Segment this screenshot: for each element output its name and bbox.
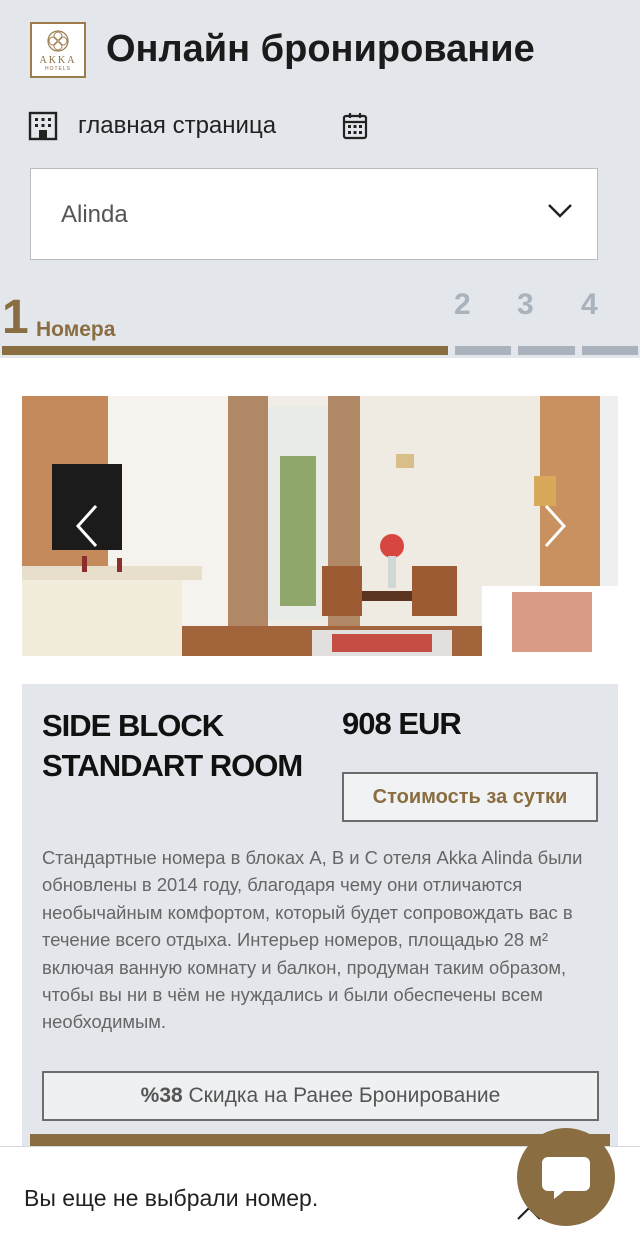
logo-emblem-icon [47,29,69,52]
step-1-progress-bar [2,346,448,355]
room-card: SIDE BLOCK STANDART ROOM 908 EUR Стоимос… [22,684,618,1164]
step-3-progress-bar [518,346,575,355]
step-2-number[interactable]: 2 [454,288,471,322]
early-booking-discount-button[interactable]: %38 Скидка на Ранее Бронирование [42,1071,599,1121]
step-2-progress-bar [455,346,511,355]
chat-bubble-icon [542,1157,590,1199]
hotel-building-icon [28,111,58,141]
logo-sub-text: HOTELS [44,65,71,72]
discount-text: Скидка на Ранее Бронирование [188,1084,501,1107]
room-photo [22,396,618,656]
home-link[interactable]: главная страница [28,108,276,144]
chevron-left-icon[interactable] [72,504,102,548]
step-3-number[interactable]: 3 [517,288,534,322]
room-photo-carousel[interactable] [22,396,618,656]
step-4-number[interactable]: 4 [581,288,598,322]
room-title: SIDE BLOCK STANDART ROOM [42,708,303,783]
home-link-label: главная страница [78,112,277,139]
step-1-label[interactable]: Номера [36,318,115,342]
room-price: 908 EUR [342,706,462,741]
room-card-bottom-bar [30,1134,610,1146]
page-title: Онлайн бронирование [106,28,535,70]
room-list: SIDE BLOCK STANDART ROOM 908 EUR Стоимос… [0,358,640,1164]
hotel-select[interactable]: Alinda [30,168,598,260]
room-description: Стандартные номера в блоках A, B и C оте… [42,847,583,1033]
booking-steps: 1 Номера 2 3 4 [0,288,640,358]
calendar-icon[interactable] [342,112,368,140]
step-4-progress-bar [582,346,638,355]
hotel-logo[interactable]: AKKA HOTELS [30,22,86,78]
chat-button[interactable] [517,1128,615,1226]
header: AKKA HOTELS Онлайн бронирование главная … [0,0,640,288]
chevron-down-icon [548,204,572,218]
logo-brand-text: AKKA [39,54,77,66]
hotel-select-value: Alinda [61,201,128,228]
price-per-night-button[interactable]: Стоимость за сутки [342,772,598,822]
chevron-right-icon[interactable] [540,504,570,548]
selection-status: Вы еще не выбрали номер. [24,1185,319,1211]
step-1-number[interactable]: 1 [2,290,29,345]
discount-value: %38 [140,1084,183,1107]
